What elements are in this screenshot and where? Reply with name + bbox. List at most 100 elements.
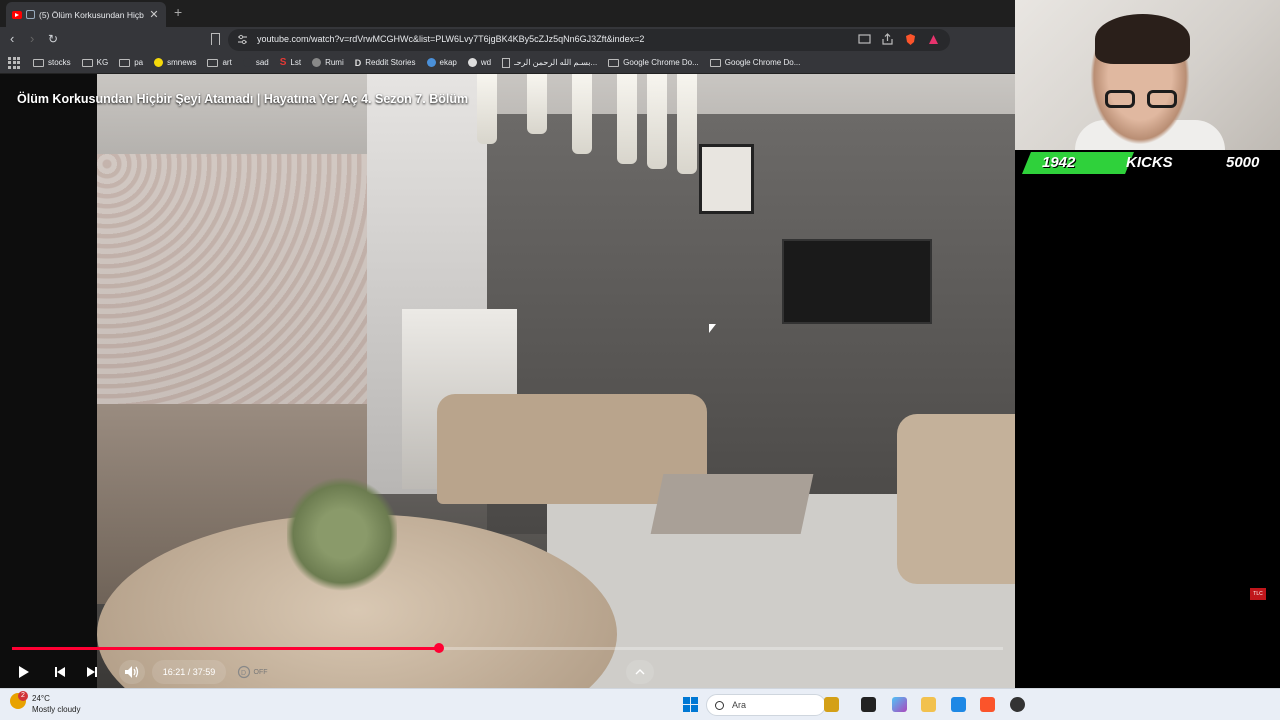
wall-tv: [782, 239, 932, 324]
tab-title: (5) Ölüm Korkusundan Hiçbir: [39, 9, 144, 20]
bookmark-label: Google Chrome Do...: [724, 58, 801, 67]
brave-rewards-icon[interactable]: [927, 33, 940, 46]
screen: (5) Ölüm Korkusundan Hiçbir ✕ + ‹ › ↻ yo…: [0, 0, 1280, 720]
snipping-tool-icon[interactable]: [951, 697, 966, 712]
tlc-logo: TLC: [1250, 588, 1266, 600]
volume-button[interactable]: [119, 660, 145, 684]
back-arrow-icon[interactable]: ‹: [10, 32, 14, 46]
progress-bar[interactable]: [12, 643, 1003, 653]
video-player[interactable]: Ölüm Korkusundan Hiçbir Şeyi Atamadı | H…: [0, 74, 1015, 688]
task-view-icon[interactable]: [861, 697, 876, 712]
coffee-table: [650, 474, 814, 534]
copilot-icon[interactable]: [892, 697, 907, 712]
bookmark-reddit-stories[interactable]: D Reddit Stories: [355, 58, 416, 68]
folder-icon: [608, 58, 620, 67]
bird-icon: [426, 58, 436, 67]
cast-icon[interactable]: [858, 33, 871, 46]
forward-arrow-icon[interactable]: ›: [30, 32, 34, 46]
bookmark-bismillah[interactable]: بسـم الله الرحمن الرحـ...: [502, 57, 598, 68]
address-bar[interactable]: youtube.com/watch?v=rdVrwMCGHWc&list=PLW…: [228, 29, 950, 51]
stream-side-panel: [1015, 150, 1280, 688]
share-icon[interactable]: [881, 33, 894, 46]
kick-goal-counter: 1942 KICKS 5000: [1022, 150, 1277, 176]
temperature: 24°C: [32, 694, 50, 703]
apps-grid-icon[interactable]: [8, 56, 20, 69]
bookmark-stocks[interactable]: stocks: [33, 58, 71, 67]
bookmark-label: KG: [96, 58, 109, 67]
bookmark-art[interactable]: art: [207, 58, 232, 67]
wikipedia-icon: [467, 58, 477, 67]
bookmark-label: art: [222, 58, 232, 67]
tab-group-icon: [26, 10, 35, 19]
page-icon: [502, 57, 511, 68]
globe-icon: [312, 58, 322, 67]
search-icon: [715, 700, 724, 710]
bookmark-pa[interactable]: pa: [119, 58, 143, 67]
smiley-icon: [154, 58, 164, 67]
bookmark-kg[interactable]: KG: [81, 58, 109, 67]
d-logo-icon: D: [354, 57, 362, 68]
widgets-icon[interactable]: [824, 697, 839, 712]
bookmark-label: wd: [480, 58, 492, 67]
tab-strip: (5) Ölüm Korkusundan Hiçbir ✕ +: [0, 0, 1015, 27]
pendant-lamp: [572, 74, 592, 154]
next-button[interactable]: [83, 660, 101, 684]
kick-goal: 5000: [1226, 154, 1260, 171]
pendant-lamp: [677, 74, 697, 174]
bookmark-label: Rumi: [325, 58, 344, 67]
recording-app-icon[interactable]: [1010, 697, 1025, 712]
url-text: youtube.com/watch?v=rdVrwMCGHWc&list=PLW…: [257, 34, 645, 44]
bookmark-label: sad: [255, 58, 269, 67]
site-info-icon[interactable]: [237, 34, 248, 45]
bookmark-google-chrome-2[interactable]: Google Chrome Do...: [709, 58, 801, 67]
auto-dub-toggle[interactable]: D OFF: [234, 660, 270, 684]
weather-widget[interactable]: 2 24°C Mostly cloudy: [10, 691, 80, 715]
active-tab[interactable]: (5) Ölüm Korkusundan Hiçbir ✕: [6, 2, 166, 27]
webcam-feed: [1015, 0, 1280, 150]
bookmark-google-chrome-1[interactable]: Google Chrome Do...: [608, 58, 699, 67]
windows-taskbar: 2 24°C Mostly cloudy Ara: [0, 688, 1280, 720]
armchair: [897, 414, 1015, 584]
bookmark-label: Reddit Stories: [365, 58, 416, 67]
pendant-lamp: [477, 74, 497, 144]
reload-icon[interactable]: ↻: [48, 32, 58, 46]
close-tab-icon[interactable]: ✕: [148, 8, 160, 21]
bookmark-label: بسـم الله الرحمن الرحـ...: [514, 58, 598, 67]
taskbar-search[interactable]: Ara: [706, 694, 826, 716]
svg-text:D: D: [241, 670, 246, 677]
bookmark-lst[interactable]: S Lst: [280, 57, 301, 68]
weather-cloud-icon: 2: [10, 691, 28, 709]
bookmark-rumi[interactable]: Rumi: [312, 58, 344, 67]
progress-scrubber[interactable]: [433, 643, 444, 653]
kick-label: KICKS: [1126, 154, 1173, 171]
file-explorer-icon[interactable]: [921, 697, 936, 712]
bookmark-label: ekap: [439, 58, 457, 67]
play-button[interactable]: [14, 660, 32, 684]
bookmark-icon[interactable]: [211, 33, 220, 45]
video-frame[interactable]: [97, 74, 1015, 688]
folder-icon: [207, 58, 219, 67]
streamer-glasses: [1105, 90, 1185, 108]
player-controls: 16:21 / 37:59 D OFF: [0, 656, 1015, 688]
notification-badge: 2: [18, 691, 28, 701]
youtube-favicon-icon: [12, 10, 22, 19]
dub-state: OFF: [253, 668, 268, 676]
video-title[interactable]: Ölüm Korkusundan Hiçbir Şeyi Atamadı | H…: [17, 92, 468, 106]
streamer-hair: [1095, 14, 1190, 64]
kick-count: 1942: [1042, 154, 1076, 171]
dog-picture: [699, 144, 754, 214]
bookmark-sad[interactable]: sad: [242, 58, 269, 67]
bookmark-wd[interactable]: wd: [467, 58, 492, 67]
previous-button[interactable]: [51, 660, 69, 684]
bookmark-smnews[interactable]: smnews: [154, 58, 196, 67]
dub-icon: D: [237, 665, 250, 679]
brave-shield-icon[interactable]: [904, 33, 917, 46]
brave-browser-icon[interactable]: [980, 697, 995, 712]
new-tab-button[interactable]: +: [174, 4, 182, 20]
bookmark-ekap[interactable]: ekap: [426, 58, 457, 67]
start-button[interactable]: [683, 697, 698, 712]
potted-plant: [287, 474, 397, 594]
mouse-cursor-icon: [709, 324, 716, 333]
expand-up-button[interactable]: [626, 660, 654, 684]
link-icon: [242, 58, 252, 67]
